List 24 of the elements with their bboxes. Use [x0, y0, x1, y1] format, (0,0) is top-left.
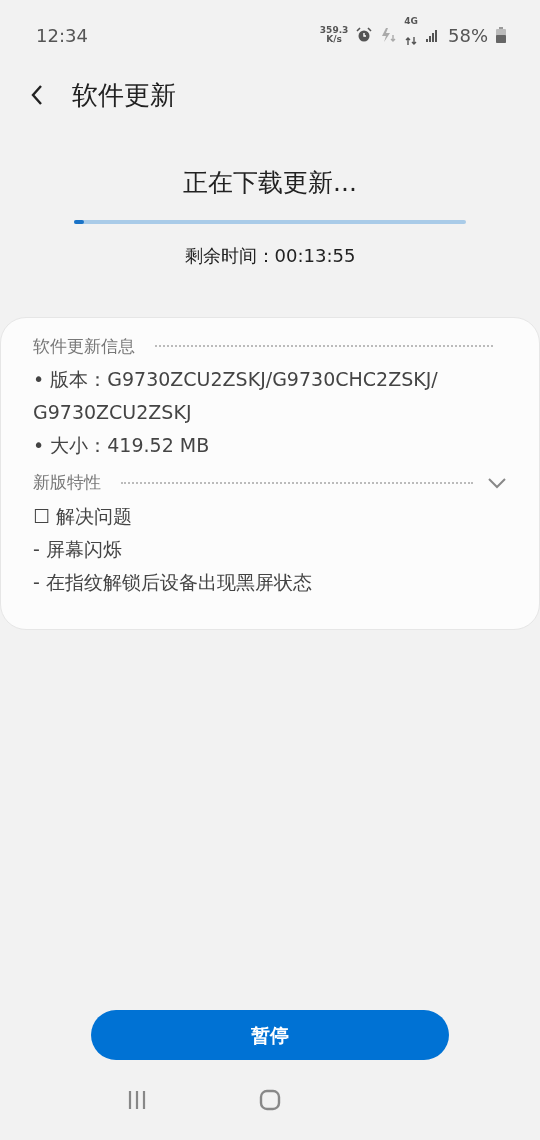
recent-apps-icon[interactable] [127, 1090, 147, 1110]
signal-icon [426, 28, 440, 42]
network-type: 4G [404, 17, 418, 26]
status-heading: 正在下载更新... [182, 167, 358, 199]
battery-icon [496, 27, 506, 43]
speed-unit: K/s [325, 35, 343, 44]
info-text: • 大小：419.52 MB [33, 433, 211, 458]
charging-icon [380, 27, 397, 43]
alarm-icon [356, 27, 373, 43]
home-icon[interactable] [259, 1089, 281, 1111]
pause-button[interactable]: 暂停 [91, 1010, 449, 1060]
data-arrows-icon [405, 37, 418, 45]
status-time: 12:34 [36, 23, 88, 48]
info-text: - 屏幕闪烁 [33, 536, 123, 562]
info-text: - 在指纹解锁后设备出现黑屏状态 [33, 569, 313, 595]
section-heading: 新版特性 [33, 471, 101, 494]
chevron-icon[interactable] [487, 476, 507, 489]
remaining-time: 剩余时间：00:13:55 [183, 243, 357, 268]
network-speed: 359.3 [319, 26, 349, 35]
page-title: 软件更新 [72, 78, 176, 112]
info-text: ☐ 解决问题 [33, 503, 134, 529]
battery-percent: 58% [448, 23, 488, 48]
section-heading: 软件更新信息 [33, 334, 135, 358]
info-text: • 版本：G9730ZCU2ZSKJ/G9730CHC2ZSKJ/ G9730ZCU2ZSKJ [33, 367, 439, 425]
